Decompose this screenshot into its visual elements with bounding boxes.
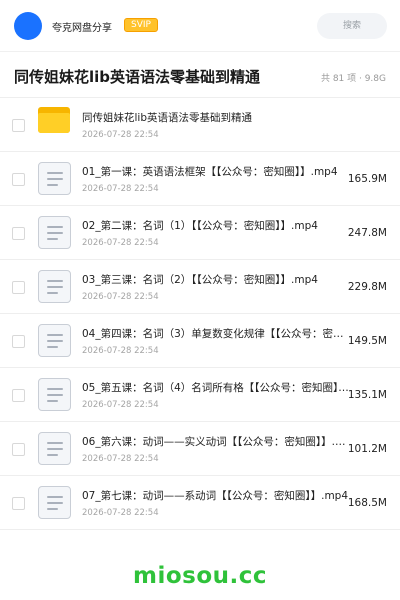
item-date: 2026-07-28 22:54 — [82, 130, 159, 140]
select-checkbox[interactable] — [12, 173, 25, 186]
item-size: 165.9M — [347, 173, 387, 185]
item-date: 2026-07-28 22:54 — [82, 238, 159, 248]
item-size: 229.8M — [347, 281, 387, 293]
document-icon — [38, 432, 71, 465]
item-size: 247.8M — [347, 227, 387, 239]
document-icon — [38, 270, 71, 303]
select-checkbox[interactable] — [12, 443, 25, 456]
folder-summary: 共 81 项 · 9.8G — [320, 74, 386, 84]
item-name: 07_第七课：动词——系动词【【公众号：密知圈】】.mp4 — [82, 490, 349, 502]
item-name: 05_第五课：名词（4）名词所有格【【公众号：密知圈】】.mp4 — [82, 382, 350, 394]
file-row[interactable]: 03_第三课：名词（2）【【公众号：密知圈】】.mp4 2026-07-28 22… — [0, 260, 400, 314]
document-icon — [38, 324, 71, 357]
document-icon — [38, 162, 71, 195]
item-date: 2026-07-28 22:54 — [82, 184, 159, 194]
app-header: 夸克网盘分享 SVIP 搜索 — [0, 0, 400, 52]
avatar[interactable] — [14, 12, 42, 40]
item-size: 135.1M — [347, 389, 387, 401]
item-name: 01_第一课：英语语法框架【【公众号：密知圈】】.mp4 — [82, 166, 338, 178]
select-checkbox[interactable] — [12, 119, 25, 132]
select-checkbox[interactable] — [12, 335, 25, 348]
folder-title: 同传姐妹花lib英语语法零基础到精通 — [14, 68, 261, 86]
item-date: 2026-07-28 22:54 — [82, 454, 159, 464]
item-date: 2026-07-28 22:54 — [82, 292, 159, 302]
select-checkbox[interactable] — [12, 281, 25, 294]
watermark: miosou.cc — [132, 563, 268, 589]
file-row[interactable]: 06_第六课：动词——实义动词【【公众号：密知圈】】.mp4 2026-07-28… — [0, 422, 400, 476]
search-input[interactable]: 搜索 — [317, 13, 387, 39]
file-row[interactable]: 01_第一课：英语语法框架【【公众号：密知圈】】.mp4 2026-07-28 2… — [0, 152, 400, 206]
select-checkbox[interactable] — [12, 497, 25, 510]
document-icon — [38, 378, 71, 411]
file-row[interactable]: 05_第五课：名词（4）名词所有格【【公众号：密知圈】】.mp4 2026-07-… — [0, 368, 400, 422]
file-row[interactable]: 07_第七课：动词——系动词【【公众号：密知圈】】.mp4 2026-07-28 … — [0, 476, 400, 530]
brand-label: 夸克网盘分享 — [52, 23, 112, 34]
svip-badge: SVIP — [124, 18, 158, 32]
item-date: 2026-07-28 22:54 — [82, 346, 159, 356]
folder-icon — [38, 107, 70, 135]
file-row[interactable]: 04_第四课：名词（3）单复数变化规律【【公众号：密知圈】】.mp4 2026-0… — [0, 314, 400, 368]
item-name: 04_第四课：名词（3）单复数变化规律【【公众号：密知圈】】.mp4 — [82, 328, 350, 340]
file-row[interactable]: 02_第二课：名词（1）【【公众号：密知圈】】.mp4 2026-07-28 22… — [0, 206, 400, 260]
select-checkbox[interactable] — [12, 227, 25, 240]
item-size: 101.2M — [347, 443, 387, 455]
item-date: 2026-07-28 22:54 — [82, 508, 159, 518]
item-size: 168.5M — [347, 497, 387, 509]
document-icon — [38, 216, 71, 249]
folder-header: 同传姐妹花lib英语语法零基础到精通 共 81 项 · 9.8G — [0, 52, 400, 98]
select-checkbox[interactable] — [12, 389, 25, 402]
item-size: 149.5M — [347, 335, 387, 347]
folder-row[interactable]: 同传姐妹花lib英语语法零基础到精通 2026-07-28 22:54 — [0, 98, 400, 152]
item-name: 06_第六课：动词——实义动词【【公众号：密知圈】】.mp4 — [82, 436, 350, 448]
file-list: 同传姐妹花lib英语语法零基础到精通 2026-07-28 22:54 01_第一课… — [0, 98, 400, 530]
item-date: 2026-07-28 22:54 — [82, 400, 159, 410]
item-name: 03_第三课：名词（2）【【公众号：密知圈】】.mp4 — [82, 274, 318, 286]
document-icon — [38, 486, 71, 519]
item-name: 同传姐妹花lib英语语法零基础到精通 — [82, 112, 252, 124]
item-name: 02_第二课：名词（1）【【公众号：密知圈】】.mp4 — [82, 220, 318, 232]
